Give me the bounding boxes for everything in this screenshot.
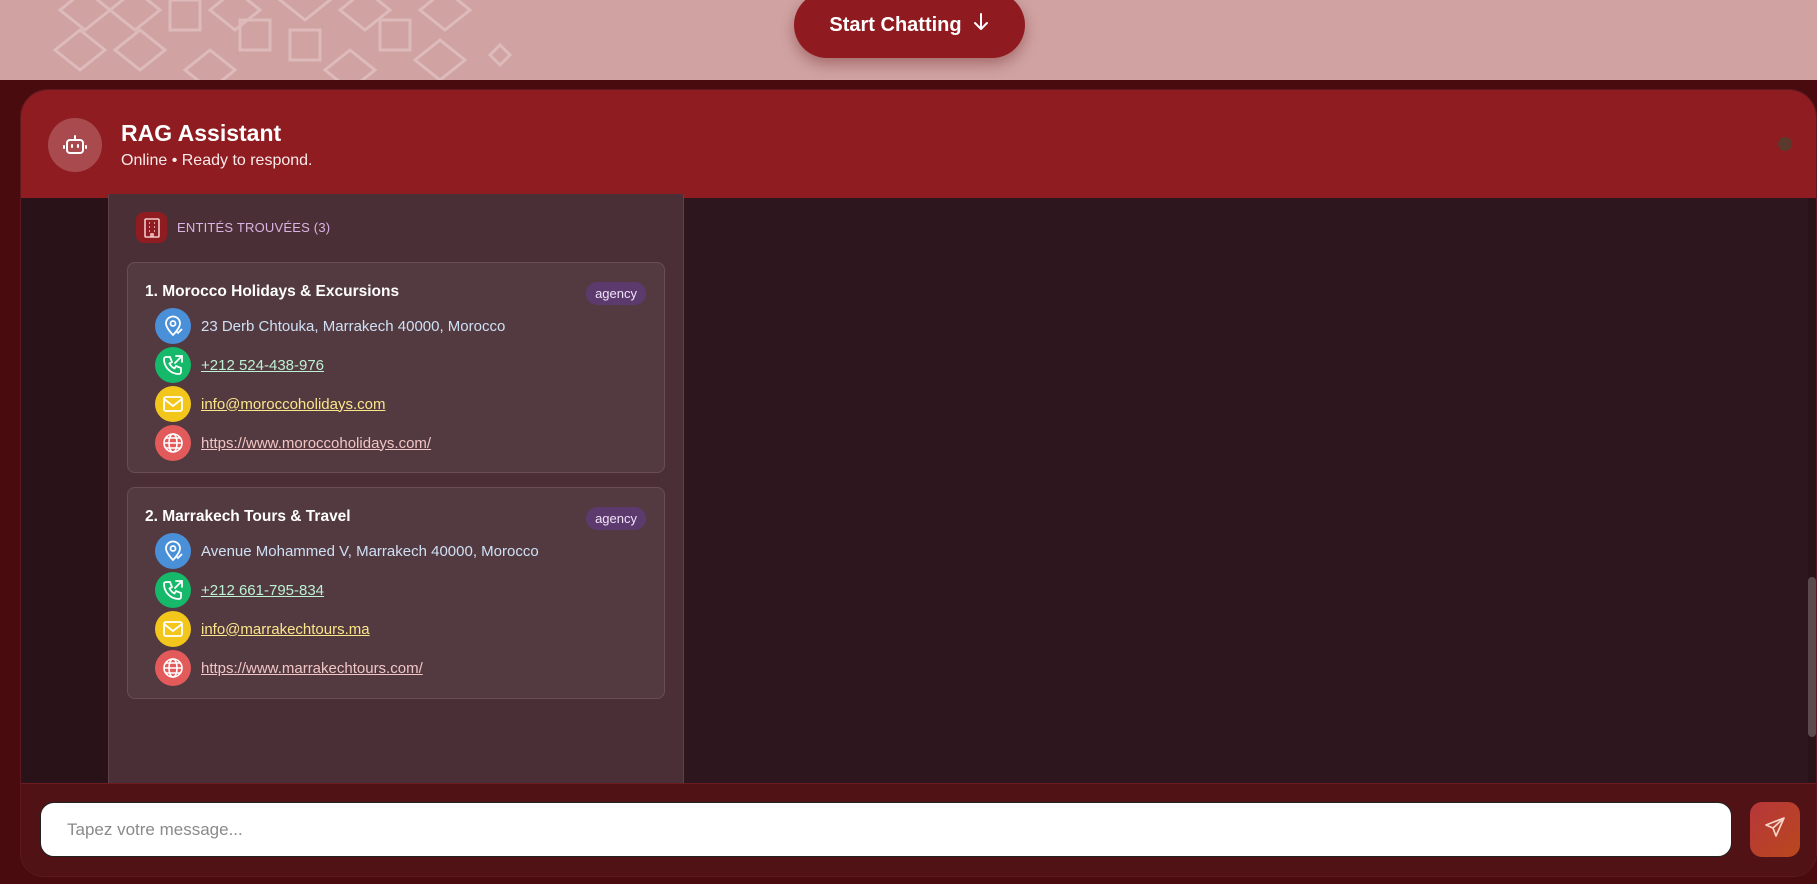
entity-email-row: info@moroccoholidays.com (155, 386, 385, 422)
entity-name: 2. Marrakech Tours & Travel (145, 508, 351, 525)
send-icon (1764, 816, 1786, 843)
entity-website-row: https://www.marrakechtours.com/ (155, 650, 423, 686)
entity-address-row: 23 Derb Chtouka, Marrakech 40000, Morocc… (155, 308, 505, 344)
mail-icon (155, 386, 191, 422)
entities-header: ENTITÉS TROUVÉES (3) (136, 212, 330, 243)
location-pin-icon (155, 533, 191, 569)
entity-phone-row: +212 661-795-834 (155, 572, 324, 608)
message-input[interactable] (40, 802, 1732, 857)
entity-website-link[interactable]: https://www.moroccoholidays.com/ (201, 435, 431, 452)
entity-type-badge: agency (586, 507, 646, 530)
entity-phone-link[interactable]: +212 661-795-834 (201, 582, 324, 599)
entity-email-link[interactable]: info@marrakechtours.ma (201, 621, 370, 638)
entity-website-link[interactable]: https://www.marrakechtours.com/ (201, 660, 423, 677)
messages-scrollbar[interactable] (1808, 198, 1816, 783)
entity-type-badge: agency (586, 282, 646, 305)
arrow-down-icon (972, 12, 990, 38)
entity-email-link[interactable]: info@moroccoholidays.com (201, 396, 385, 413)
hero-banner: Start Chatting (0, 0, 1817, 80)
chat-title: RAG Assistant (121, 120, 282, 146)
entities-found-label: ENTITÉS TROUVÉES (3) (177, 220, 331, 235)
entity-address: Avenue Mohammed V, Marrakech 40000, Moro… (201, 542, 539, 560)
globe-icon (155, 650, 191, 686)
composer-bar (21, 783, 1816, 876)
start-chatting-label: Start Chatting (829, 13, 962, 36)
globe-icon (155, 425, 191, 461)
entity-phone-row: +212 524-438-976 (155, 347, 324, 383)
entity-address: 23 Derb Chtouka, Marrakech 40000, Morocc… (201, 317, 506, 335)
building-icon (136, 212, 167, 243)
phone-icon (155, 347, 191, 383)
phone-icon (155, 572, 191, 608)
entity-email-row: info@marrakechtours.ma (155, 611, 370, 647)
entity-name: 1. Morocco Holidays & Excursions (145, 283, 400, 300)
location-pin-icon (155, 308, 191, 344)
entity-phone-link[interactable]: +212 524-438-976 (201, 357, 324, 374)
status-indicator-dot (1778, 137, 1792, 151)
start-chatting-button[interactable]: Start Chatting (794, 0, 1025, 58)
moroccan-pattern-decoration (52, 0, 513, 80)
entity-address-row: Avenue Mohammed V, Marrakech 40000, Moro… (155, 533, 539, 569)
send-button[interactable] (1750, 802, 1800, 857)
chat-window: RAG Assistant Online • Ready to respond.… (20, 89, 1817, 877)
messages-area[interactable]: ENTITÉS TROUVÉES (3) 1. Morocco Holidays… (21, 194, 1816, 793)
entity-website-row: https://www.moroccoholidays.com/ (155, 425, 431, 461)
messages-gutter (21, 198, 108, 783)
entity-card: 2. Marrakech Tours & Travel agency Avenu… (127, 487, 665, 699)
entity-card: 1. Morocco Holidays & Excursions agency … (127, 262, 665, 473)
chat-status: Online • Ready to respond. (121, 152, 313, 169)
bot-icon (48, 118, 102, 172)
bot-message-results: ENTITÉS TROUVÉES (3) 1. Morocco Holidays… (108, 194, 684, 793)
mail-icon (155, 611, 191, 647)
scrollbar-thumb[interactable] (1808, 577, 1816, 737)
chat-header: RAG Assistant Online • Ready to respond. (21, 90, 1816, 198)
